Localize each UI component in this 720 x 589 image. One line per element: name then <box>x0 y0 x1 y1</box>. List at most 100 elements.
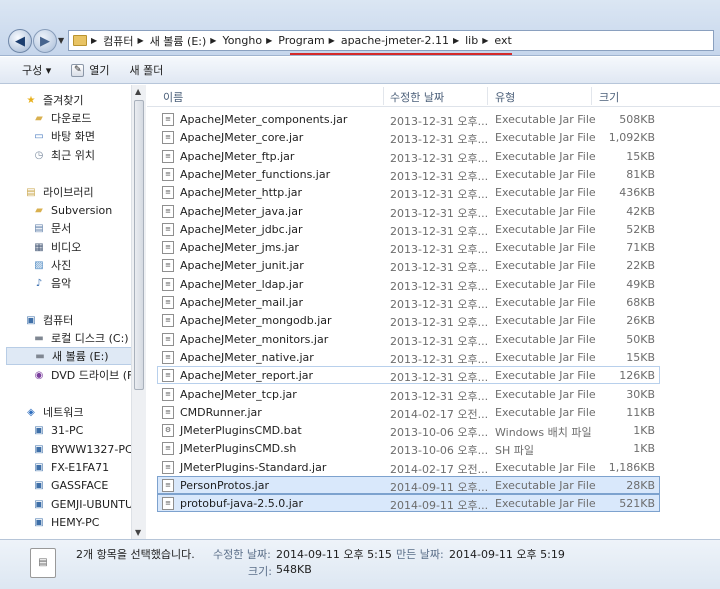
organize-button[interactable]: 구성 ▾ <box>0 62 61 78</box>
sidebar-item[interactable]: ▤ 라이브러리 <box>24 183 93 201</box>
open-button[interactable]: ✎ 열기 <box>61 62 119 78</box>
sidebar-item[interactable]: ◷ 최근 위치 <box>32 146 95 164</box>
scrollbar-thumb[interactable] <box>134 100 144 390</box>
navigation-pane[interactable]: ★ 즐겨찾기 ▰ 다운로드 ▭ 바탕 화면 ◷ 최근 위치 ▤ 라이브러리 ▰ Subversion ▤… <box>0 85 146 539</box>
file-row[interactable]: ≡ ApacheJMeter_ldap.jar 2013-12-31 오후... Ex… <box>157 275 660 293</box>
breadcrumb-item[interactable]: lib <box>465 34 478 47</box>
nav-scrollbar[interactable]: ▲ ▼ <box>131 85 146 539</box>
file-row[interactable]: ≡ ApacheJMeter_http.jar 2013-12-31 오후... Ex… <box>157 183 660 201</box>
chevron-right-icon[interactable]: ▶ <box>138 36 144 45</box>
breadcrumb-item[interactable]: 컴퓨터 <box>103 33 133 49</box>
chevron-right-icon[interactable]: ▶ <box>329 36 335 45</box>
sidebar-item[interactable]: ▣ BYWW1327-PC <box>32 440 132 458</box>
sidebar-item-label: 바탕 화면 <box>51 130 95 143</box>
forward-button[interactable]: ▶ <box>33 29 57 53</box>
file-row[interactable]: ≡ ApacheJMeter_functions.jar 2013-12-31 오후… <box>157 165 660 183</box>
sidebar-item[interactable]: ▭ 바탕 화면 <box>32 127 95 145</box>
file-icon: ≡ <box>162 350 174 364</box>
sidebar-item[interactable]: ▣ GASSFACE <box>32 476 108 494</box>
file-row[interactable]: ≡ ApacheJMeter_core.jar 2013-12-31 오후... Ex… <box>157 128 660 146</box>
command-bar: 구성 ▾ ✎ 열기 새 폴더 <box>0 57 720 84</box>
column-name[interactable]: 이름 <box>163 89 183 105</box>
chevron-right-icon[interactable]: ▶ <box>453 36 459 45</box>
file-row[interactable]: ≡ ApacheJMeter_components.jar 2013-12-31 오… <box>157 110 660 128</box>
file-date: 2013-12-31 오후... <box>390 243 489 257</box>
sidebar-item[interactable]: ▣ FX-E1FA71 <box>32 458 109 476</box>
file-name: ApacheJMeter_report.jar <box>180 369 314 383</box>
file-date: 2013-12-31 오후... <box>390 316 489 330</box>
address-path[interactable]: ▶ 컴퓨터 ▶ 새 볼륨 (E:) ▶ Yongho ▶ Program ▶ apach… <box>68 30 714 51</box>
breadcrumb-item[interactable]: Yongho <box>222 34 262 47</box>
column-size[interactable]: 크기 <box>599 89 619 105</box>
chevron-right-icon[interactable]: ▶ <box>482 36 488 45</box>
column-divider[interactable] <box>383 87 384 105</box>
file-date: 2013-12-31 오후... <box>390 389 489 403</box>
column-date[interactable]: 수정한 날짜 <box>390 89 444 105</box>
scroll-up-icon[interactable]: ▲ <box>135 87 141 96</box>
file-row[interactable]: ≡ ApacheJMeter_java.jar 2013-12-31 오후... Ex… <box>157 202 660 220</box>
history-dropdown-icon[interactable]: ▼ <box>58 36 64 45</box>
pc-icon: ▣ <box>34 479 44 491</box>
breadcrumb-item[interactable]: Program <box>278 34 324 47</box>
sidebar-item[interactable]: ▬ 새 볼륨 (E:) <box>6 347 140 365</box>
breadcrumb-item[interactable]: ext <box>494 34 511 47</box>
file-icon: ≡ <box>162 241 174 255</box>
file-type: SH 파일 <box>495 444 534 458</box>
column-type[interactable]: 유형 <box>495 89 515 105</box>
file-row[interactable]: ≡ PersonProtos.jar 2014-09-11 오후... Executa… <box>157 476 660 494</box>
file-row[interactable]: ≡ JMeterPluginsCMD.sh 2013-10-06 오후... SH 파… <box>157 439 660 457</box>
pc-icon: ▣ <box>34 424 44 436</box>
sidebar-item[interactable]: ▣ 컴퓨터 <box>24 311 73 329</box>
file-row[interactable]: ≡ ApacheJMeter_jdbc.jar 2013-12-31 오후... Ex… <box>157 220 660 238</box>
scroll-down-icon[interactable]: ▼ <box>135 528 141 537</box>
file-row[interactable]: ≡ ApacheJMeter_report.jar 2013-12-31 오후...… <box>157 366 660 385</box>
sidebar-item[interactable]: ♪ 음악 <box>32 274 71 292</box>
file-row[interactable]: ≡ ApacheJMeter_junit.jar 2013-12-31 오후... E… <box>157 256 660 274</box>
chevron-right-icon[interactable]: ▶ <box>91 36 97 45</box>
file-row[interactable]: ≡ JMeterPlugins-Standard.jar 2014-02-17 오전… <box>157 458 660 476</box>
file-type: Executable Jar File <box>495 387 596 401</box>
column-divider[interactable] <box>487 87 488 105</box>
sidebar-item-label: 비디오 <box>51 241 82 254</box>
breadcrumb-item[interactable]: 새 볼륨 (E:) <box>150 33 207 49</box>
file-row[interactable]: ≡ ApacheJMeter_tcp.jar 2013-12-31 오후... Exe… <box>157 385 660 403</box>
column-divider[interactable] <box>591 87 592 105</box>
file-row[interactable]: ≡ ApacheJMeter_ftp.jar 2013-12-31 오후... Exe… <box>157 147 660 165</box>
file-row[interactable]: ≡ ApacheJMeter_native.jar 2013-12-31 오후...… <box>157 348 660 366</box>
sidebar-item[interactable]: ◉ DVD 드라이브 (F <box>32 366 134 384</box>
file-row[interactable]: ≡ protobuf-java-2.5.0.jar 2014-09-11 오후...… <box>157 494 660 513</box>
file-row[interactable]: ≡ ApacheJMeter_mongodb.jar 2013-12-31 오후..… <box>157 311 660 329</box>
file-type: Executable Jar File <box>495 277 596 291</box>
sidebar-item[interactable]: ★ 즐겨찾기 <box>24 91 84 109</box>
file-row[interactable]: ≡ ApacheJMeter_mail.jar 2013-12-31 오후... Ex… <box>157 293 660 311</box>
sidebar-item[interactable]: ▬ 로컬 디스크 (C:) <box>32 329 129 347</box>
back-button[interactable]: ◀ <box>8 29 32 53</box>
file-row[interactable]: ≡ ApacheJMeter_monitors.jar 2013-12-31 오후.… <box>157 330 660 348</box>
file-row[interactable]: ⚙ JMeterPluginsCMD.bat 2013-10-06 오후... Win… <box>157 421 660 439</box>
size-value: 548KB <box>276 563 312 576</box>
sidebar-item[interactable]: ▣ GEMJI-UBUNTU <box>32 495 133 513</box>
sidebar-item[interactable]: ▦ 비디오 <box>32 238 81 256</box>
file-date: 2013-10-06 오후... <box>390 426 489 440</box>
sidebar-item-label: 네트워크 <box>43 406 84 419</box>
file-size: 42KB <box>626 204 655 218</box>
sidebar-item-label: 음악 <box>51 277 72 290</box>
file-date: 2013-12-31 오후... <box>390 224 489 238</box>
sidebar-item-label: 로컬 디스크 (C:) <box>51 332 129 345</box>
sidebar-item[interactable]: ▣ HEMY-PC <box>32 513 99 531</box>
sidebar-item[interactable]: ▰ 다운로드 <box>32 109 91 127</box>
chevron-right-icon[interactable]: ▶ <box>210 36 216 45</box>
sidebar-item[interactable]: ◈ 네트워크 <box>24 403 83 421</box>
drive-icon: ▬ <box>34 332 44 344</box>
chevron-right-icon[interactable]: ▶ <box>266 36 272 45</box>
sidebar-item[interactable]: ▨ 사진 <box>32 256 71 274</box>
file-row[interactable]: ≡ CMDRunner.jar 2014-02-17 오전... Executable… <box>157 403 660 421</box>
sidebar-item[interactable]: ▰ Subversion <box>32 201 112 219</box>
sidebar-item[interactable]: ▤ 문서 <box>32 219 71 237</box>
sidebar-item-label: HEMY-PC <box>51 515 100 529</box>
sidebar-item[interactable]: ▣ 31-PC <box>32 421 83 439</box>
breadcrumb-item[interactable]: apache-jmeter-2.11 <box>341 34 449 47</box>
file-row[interactable]: ≡ ApacheJMeter_jms.jar 2013-12-31 오후... Exe… <box>157 238 660 256</box>
new-folder-button[interactable]: 새 폴더 <box>120 62 174 78</box>
file-size: 26KB <box>626 314 655 328</box>
